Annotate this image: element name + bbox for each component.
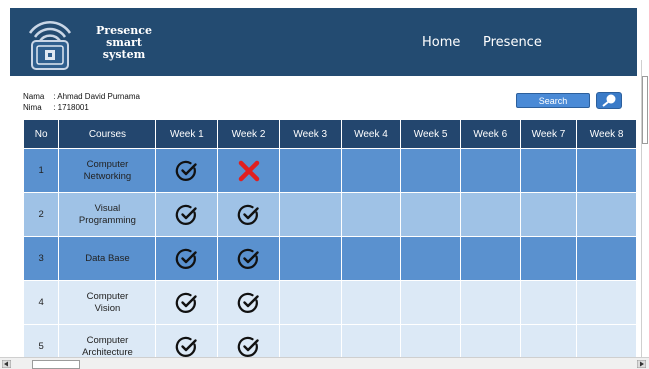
student-name-label: Nama [23,92,45,101]
app-header: Presence smart system Home Presence [10,8,637,76]
attendance-cell[interactable] [278,192,342,237]
column-header: Week 4 [340,119,402,149]
column-header: Week 6 [459,119,521,149]
attendance-table: No Courses Week 1 Week 2 Week 3 Week 4 Week 5W… [22,119,637,369]
student-name-row: Nama : Ahmad David Purnama [23,91,140,102]
wireless-tag-logo-icon [28,21,72,70]
table-body: 1 Computer Networking 2 Visual Programming 3… [22,148,637,369]
check-circle-icon [237,292,259,313]
attendance-cell[interactable] [340,192,402,237]
brand-line-2: system [102,48,146,61]
column-header: No [22,119,60,149]
check-circle-icon [237,204,259,225]
column-header: Week 2 [217,119,280,149]
attendance-cell[interactable] [400,280,461,325]
attendance-cell[interactable] [217,192,280,237]
student-name-value: : Ahmad David Purnama [53,92,140,101]
course-name: Data Base [58,236,157,281]
check-circle-icon [237,336,259,357]
check-circle-icon [175,160,197,181]
attendance-cell[interactable] [217,148,280,193]
column-header: Week 8 [576,119,637,149]
course-name: Computer Networking [58,148,157,193]
attendance-cell[interactable] [519,236,578,281]
table-row: 2 Visual Programming [22,192,637,237]
attendance-cell[interactable] [400,236,461,281]
attendance-cell[interactable] [217,236,280,281]
horizontal-scrollbar-thumb[interactable] [32,360,80,369]
row-number: 2 [22,192,60,237]
attendance-cell[interactable] [278,280,342,325]
attendance-cell[interactable] [400,192,461,237]
course-name: Visual Programming [58,192,157,237]
check-circle-icon [175,292,197,313]
table-row: 4 Computer Vision [22,280,637,325]
attendance-cell[interactable] [459,236,521,281]
row-number: 3 [22,236,60,281]
table-row: 3 Data Base [22,236,637,281]
check-circle-icon [175,336,197,357]
column-header: Week 3 [278,119,342,149]
attendance-cell[interactable] [459,148,521,193]
attendance-cell[interactable] [576,148,637,193]
row-number: 4 [22,280,60,325]
column-header: Week 7 [519,119,578,149]
attendance-cell[interactable] [576,236,637,281]
column-header: Week 1 [155,119,219,149]
row-number: 1 [22,148,60,193]
column-header: Courses [58,119,157,149]
attendance-cell[interactable] [217,280,280,325]
attendance-cell[interactable] [576,192,637,237]
table-row: 1 Computer Networking [22,148,637,193]
brand-line-1: Presence smart [96,24,152,49]
attendance-cell[interactable] [519,280,578,325]
search-button[interactable]: Search [516,93,590,108]
app-brand: Presence smart system [84,25,164,61]
nav-home-link[interactable]: Home [422,35,460,50]
attendance-cell[interactable] [400,148,461,193]
scroll-left-arrow-icon[interactable] [2,360,11,368]
column-header: Week 5 [400,119,461,149]
page: Presence smart system Home Presence Nama… [0,0,649,369]
attendance-cell[interactable] [576,280,637,325]
attendance-cell[interactable] [278,236,342,281]
attendance-cell[interactable] [459,280,521,325]
attendance-cell[interactable] [155,148,219,193]
course-name: Computer Vision [58,280,157,325]
check-circle-icon [175,204,197,225]
attendance-cell[interactable] [155,192,219,237]
attendance-cell[interactable] [519,192,578,237]
attendance-cell[interactable] [519,148,578,193]
attendance-cell[interactable] [278,148,342,193]
check-circle-icon [175,248,197,269]
attendance-cell[interactable] [155,236,219,281]
table-header-row: No Courses Week 1 Week 2 Week 3 Week 4 Week 5W… [22,119,637,149]
attendance-cell[interactable] [340,148,402,193]
student-id-label: Nima [23,103,42,112]
student-id-row: Nima : 1718001 [23,102,140,113]
nav-presence-link[interactable]: Presence [483,35,542,50]
search-icon-button[interactable] [596,92,622,109]
scroll-right-arrow-icon[interactable] [637,360,646,368]
vertical-scrollbar-thumb[interactable] [642,76,648,144]
student-info: Nama : Ahmad David Purnama Nima : 171800… [23,91,140,113]
attendance-cell[interactable] [155,280,219,325]
magnifier-icon [602,94,616,107]
attendance-cell[interactable] [340,280,402,325]
attendance-cell[interactable] [340,236,402,281]
attendance-cell[interactable] [459,192,521,237]
cross-mark-icon [238,160,259,181]
horizontal-scrollbar[interactable] [0,357,649,369]
student-id-value: : 1718001 [53,103,89,112]
check-circle-icon [237,248,259,269]
